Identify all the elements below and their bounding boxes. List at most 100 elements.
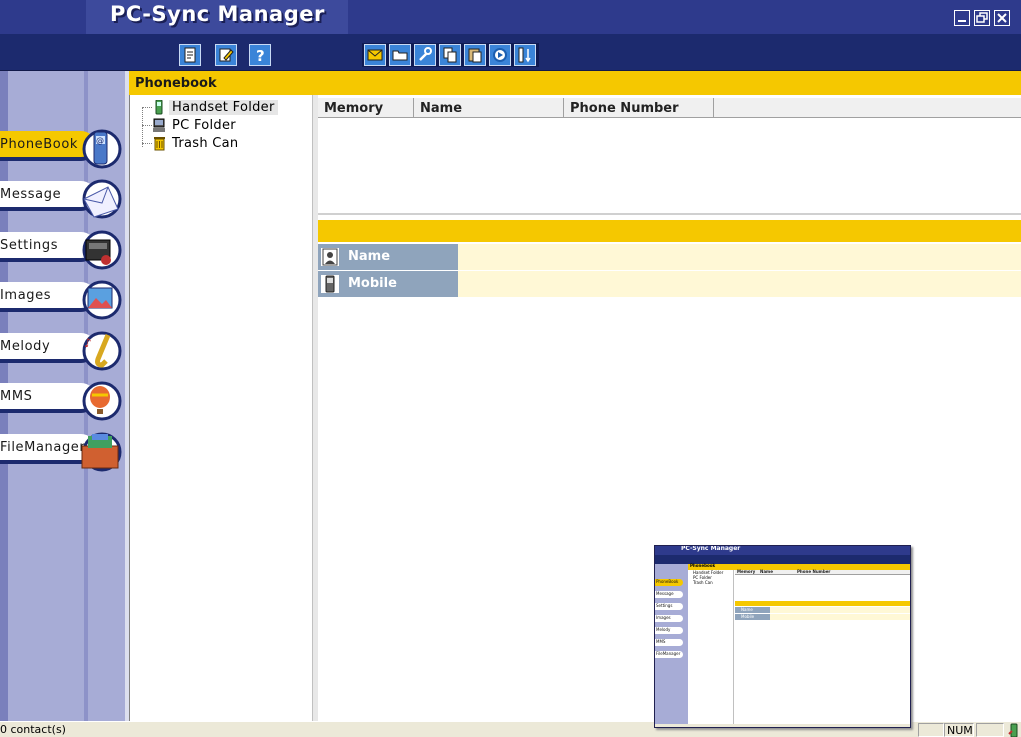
image-icon bbox=[80, 280, 122, 320]
thumb-list-header: Memory Name Phone Number bbox=[735, 569, 910, 575]
tree-item-label: Handset Folder bbox=[169, 100, 278, 115]
pc-icon bbox=[152, 118, 166, 133]
svg-text:?: ? bbox=[256, 47, 265, 65]
thumb-column-header: Name bbox=[760, 569, 773, 574]
send-message-button[interactable] bbox=[364, 44, 386, 66]
mobile-icon bbox=[321, 275, 339, 293]
field-row-name: Name bbox=[318, 244, 1021, 270]
sort-button[interactable] bbox=[514, 44, 536, 66]
thumb-tree-item: Trash Can bbox=[693, 580, 713, 585]
preview-thumbnail[interactable]: PC-Sync Manager PhoneBook Message Settin… bbox=[654, 545, 911, 728]
copy-icon bbox=[443, 47, 457, 63]
envelope-icon bbox=[80, 179, 122, 219]
name-value-field[interactable] bbox=[458, 244, 1021, 270]
folder-open-icon bbox=[392, 50, 408, 61]
nav-tab-images[interactable]: Images bbox=[0, 280, 124, 320]
nav-tab-filemanager[interactable]: FileManager bbox=[0, 432, 124, 472]
tree-connector bbox=[142, 107, 152, 108]
app-title: PC-Sync Manager bbox=[110, 2, 325, 26]
nav-tab-message[interactable]: Message bbox=[0, 179, 124, 219]
thumb-tab: PhoneBook bbox=[655, 579, 683, 586]
nav-tab-melody[interactable]: Melody ♪ bbox=[0, 331, 124, 371]
column-header-phone-number[interactable]: Phone Number bbox=[564, 98, 714, 118]
nav-tab-label: FileManager bbox=[0, 440, 86, 455]
paste-button[interactable] bbox=[464, 44, 486, 66]
envelope-icon bbox=[367, 49, 383, 61]
app-window: PC-Sync Manager ? PhoneBook @ Message Se… bbox=[0, 0, 1021, 737]
mobile-value-field[interactable] bbox=[458, 271, 1021, 297]
list-header: Memory Name Phone Number bbox=[318, 98, 1021, 118]
paste-icon bbox=[468, 48, 482, 63]
document-icon bbox=[184, 47, 196, 63]
column-header-name[interactable]: Name bbox=[414, 98, 564, 118]
thumb-title: PC-Sync Manager bbox=[681, 545, 741, 552]
thumb-header-text: Phonebook bbox=[690, 563, 716, 568]
connection-icon bbox=[1007, 722, 1021, 737]
contact-list[interactable]: Memory Name Phone Number bbox=[318, 95, 1021, 215]
nav-tab-label: Message bbox=[0, 187, 62, 202]
handset-icon bbox=[152, 99, 166, 115]
column-header-memory[interactable]: Memory bbox=[318, 98, 414, 118]
restore-button[interactable] bbox=[974, 10, 990, 26]
status-pane-scroll bbox=[976, 723, 1004, 737]
thumb-column-header: Phone Number bbox=[797, 569, 831, 574]
thumb-column-header: Memory bbox=[737, 569, 756, 574]
nav-tab-label: Settings bbox=[0, 238, 59, 253]
nav-tab-label: Images bbox=[0, 288, 52, 303]
nav-tab-label: PhoneBook bbox=[0, 137, 79, 152]
field-label: Name bbox=[318, 244, 458, 270]
tree-connector bbox=[142, 143, 152, 144]
file-cabinet-icon bbox=[80, 432, 122, 472]
toolbar: ? bbox=[0, 34, 1021, 71]
thumb-field-label: Name bbox=[735, 607, 770, 613]
nav-tab-label: Melody bbox=[0, 339, 51, 354]
wrench-icon bbox=[419, 47, 432, 61]
copy-button[interactable] bbox=[439, 44, 461, 66]
thumb-tab: Settings bbox=[655, 603, 683, 610]
edit-button[interactable] bbox=[215, 44, 237, 66]
help-icon: ? bbox=[256, 47, 265, 65]
minimize-icon bbox=[958, 20, 966, 22]
svg-text:♪: ♪ bbox=[84, 336, 92, 350]
thumb-nav: PhoneBook Message Settings Images Melody… bbox=[655, 564, 688, 727]
saxophone-icon: ♪ bbox=[80, 331, 122, 371]
thumb-tab: Melody bbox=[655, 627, 683, 634]
status-text: 0 contact(s) bbox=[0, 723, 66, 736]
field-row-mobile: Mobile bbox=[318, 271, 1021, 297]
thumb-status-bar bbox=[655, 724, 910, 727]
thumb-tab: MMS bbox=[655, 639, 683, 646]
help-button[interactable]: ? bbox=[249, 44, 271, 66]
new-document-button[interactable] bbox=[179, 44, 201, 66]
thumb-detail-band bbox=[735, 601, 910, 606]
sort-icon bbox=[518, 47, 531, 63]
tree-line bbox=[142, 107, 143, 147]
tree-item-label: PC Folder bbox=[172, 118, 236, 133]
trash-icon bbox=[152, 136, 166, 151]
thumb-field-label: Mobile bbox=[735, 614, 770, 620]
balloon-icon bbox=[80, 381, 122, 421]
sync-button[interactable] bbox=[489, 44, 511, 66]
close-button[interactable] bbox=[994, 10, 1010, 26]
nav-tab-phonebook[interactable]: PhoneBook @ bbox=[0, 129, 124, 169]
title-bar[interactable]: PC-Sync Manager bbox=[0, 0, 1021, 34]
phone-icon: @ bbox=[80, 129, 122, 169]
thumb-tab: Images bbox=[655, 615, 683, 622]
tools-button[interactable] bbox=[414, 44, 436, 66]
minimize-button[interactable] bbox=[954, 10, 970, 26]
nav-tab-mms[interactable]: MMS bbox=[0, 381, 124, 421]
detail-header-band bbox=[318, 220, 1021, 242]
nav-tab-label: MMS bbox=[0, 389, 33, 404]
folder-tree: Handset Folder PC Folder Trash Can bbox=[129, 95, 312, 721]
person-icon bbox=[321, 248, 339, 266]
field-label: Mobile bbox=[318, 271, 458, 297]
restore-icon bbox=[976, 12, 988, 23]
tree-connector bbox=[142, 125, 152, 126]
open-button[interactable] bbox=[389, 44, 411, 66]
field-label-text: Name bbox=[348, 249, 391, 264]
section-title: Phonebook bbox=[135, 76, 217, 91]
nav-tab-settings[interactable]: Settings bbox=[0, 230, 124, 270]
status-pane-num: NUM bbox=[944, 723, 974, 737]
edit-icon bbox=[219, 48, 234, 62]
field-label-text: Mobile bbox=[348, 276, 397, 291]
thumb-title-bar: PC-Sync Manager bbox=[655, 545, 910, 555]
